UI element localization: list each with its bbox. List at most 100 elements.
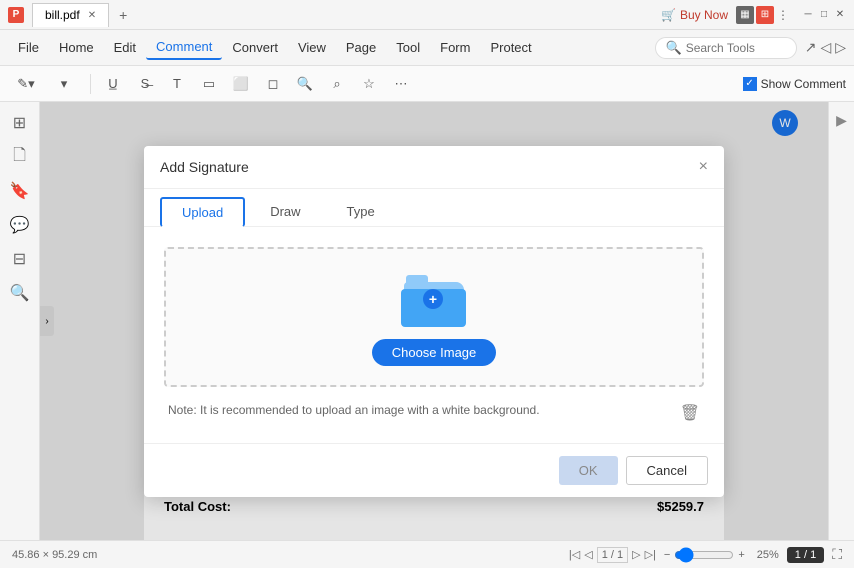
- left-icon-comment[interactable]: 💬: [7, 212, 33, 238]
- prev-page-btn[interactable]: ◁: [584, 548, 592, 561]
- note-text: Note: It is recommended to upload an ima…: [168, 403, 540, 417]
- show-comment-label: Show Comment: [761, 77, 846, 91]
- left-panel: ⊞ 🗋 🔖 💬 ⊟ 🔍: [0, 102, 40, 540]
- toolbar-rect[interactable]: ▭: [195, 71, 223, 97]
- dimensions-label: 45.86 × 95.29 cm: [12, 549, 97, 561]
- menu-tool[interactable]: Tool: [386, 36, 430, 59]
- modal-overlay: Add Signature × Upload Draw Type: [40, 102, 828, 540]
- ok-button[interactable]: OK: [559, 456, 618, 485]
- zoom-value: 25%: [749, 549, 779, 561]
- main-layout: ⊞ 🗋 🔖 💬 ⊟ 🔍 Wine Breather Carafe $59.95 …: [0, 102, 854, 540]
- modal-header: Add Signature ×: [144, 146, 724, 189]
- buy-now-link[interactable]: Buy Now: [680, 8, 728, 22]
- shape1-icon: ⬜: [233, 76, 249, 92]
- search-icon: 🔍: [666, 40, 682, 56]
- star-icon: ☆: [363, 76, 375, 92]
- toolbar: ✎▾ ▾ U̲ S̶ T ▭ ⬜ ◻ 🔍 ⌕ ☆ ⋯ ✓ Show Commen…: [0, 66, 854, 102]
- toolbar-search[interactable]: 🔍: [291, 71, 319, 97]
- toolbar-more[interactable]: ⋯: [387, 71, 415, 97]
- new-tab-btn[interactable]: +: [111, 3, 135, 27]
- menu-protect[interactable]: Protect: [480, 36, 541, 59]
- back-icon[interactable]: ◁: [820, 39, 831, 56]
- right-icon-1[interactable]: ▶: [832, 110, 852, 130]
- toolbar-star[interactable]: ☆: [355, 71, 383, 97]
- show-comment-area: ✓ Show Comment: [743, 77, 846, 91]
- external-icons: ↗ ◁ ▷: [805, 39, 846, 56]
- cancel-button[interactable]: Cancel: [626, 456, 708, 485]
- zoom-in-btn[interactable]: +: [738, 549, 744, 561]
- close-btn[interactable]: ✕: [834, 9, 846, 21]
- add-circle-icon: +: [423, 289, 443, 309]
- tab-bill-pdf[interactable]: bill.pdf ✕: [32, 3, 109, 27]
- page-indicator: 1 / 1: [787, 547, 824, 563]
- content-area: Wine Breather Carafe $59.95 KIVA DINING …: [40, 102, 828, 540]
- tab-bar: bill.pdf ✕ +: [32, 3, 135, 27]
- tab-draw[interactable]: Draw: [249, 197, 321, 226]
- pencil-icon: ✎▾: [17, 76, 34, 92]
- first-page-btn[interactable]: |◁: [569, 548, 580, 561]
- zoom-out-btn[interactable]: −: [664, 549, 670, 561]
- menu-dots[interactable]: ⋮: [776, 8, 790, 22]
- toolbar-group-1: ✎▾ ▾: [8, 71, 82, 97]
- folder-icon: +: [399, 267, 469, 327]
- fullscreen-btn[interactable]: ⛶: [832, 546, 842, 563]
- zoom-control: − + 25%: [664, 547, 779, 563]
- underline-icon: U̲: [108, 76, 117, 91]
- left-icon-bookmark[interactable]: 🔖: [7, 178, 33, 204]
- toolbar-dropdown-2[interactable]: ▾: [46, 71, 82, 97]
- titlebar: P bill.pdf ✕ + 🛒 Buy Now ▦ ⊞ ⋮ ─ □ ✕: [0, 0, 854, 30]
- right-panel: ▶: [828, 102, 854, 540]
- external-link-icon[interactable]: ↗: [805, 39, 817, 56]
- modal-title: Add Signature: [160, 159, 249, 175]
- next-page-btn[interactable]: ▷: [632, 548, 640, 561]
- toolbar-text[interactable]: T: [163, 71, 191, 97]
- statusbar: 45.86 × 95.29 cm |◁ ◁ 1 / 1 ▷ ▷| − + 25%…: [0, 540, 854, 568]
- delete-icon[interactable]: 🗑: [680, 403, 700, 423]
- toolbar-shape1[interactable]: ⬜: [227, 71, 255, 97]
- menu-view[interactable]: View: [288, 36, 336, 59]
- left-icon-grid[interactable]: ⊞: [7, 110, 33, 136]
- separator-1: [90, 74, 91, 94]
- add-signature-modal: Add Signature × Upload Draw Type: [144, 146, 724, 497]
- more-icon: ⋯: [395, 76, 408, 92]
- menu-comment[interactable]: Comment: [146, 35, 222, 60]
- tab-close-btn[interactable]: ✕: [88, 10, 96, 21]
- maximize-btn[interactable]: □: [818, 9, 830, 21]
- search-box[interactable]: 🔍: [655, 37, 797, 59]
- menu-convert[interactable]: Convert: [222, 36, 288, 59]
- show-comment-checkbox[interactable]: ✓: [743, 77, 757, 91]
- last-page-btn[interactable]: ▷|: [645, 548, 656, 561]
- menu-form[interactable]: Form: [430, 36, 480, 59]
- toolbar-shape2[interactable]: ◻: [259, 71, 287, 97]
- toolbar-underline[interactable]: U̲: [99, 71, 127, 97]
- shape2-icon: ◻: [268, 76, 279, 92]
- page-input[interactable]: 1 / 1: [597, 547, 628, 563]
- menu-home[interactable]: Home: [49, 36, 104, 59]
- upload-inner: + Choose Image: [372, 267, 497, 366]
- forward-icon[interactable]: ▷: [835, 39, 846, 56]
- tab-upload[interactable]: Upload: [160, 197, 245, 227]
- modal-footer: OK Cancel: [144, 443, 724, 497]
- menu-edit[interactable]: Edit: [104, 36, 146, 59]
- page-nav: |◁ ◁ 1 / 1 ▷ ▷|: [569, 547, 656, 563]
- minimize-btn[interactable]: ─: [802, 9, 814, 21]
- menu-file[interactable]: File: [8, 36, 49, 59]
- toolbar-search2[interactable]: ⌕: [323, 71, 351, 97]
- statusbar-right: |◁ ◁ 1 / 1 ▷ ▷| − + 25% 1 / 1 ⛶: [569, 546, 842, 563]
- left-icon-pages[interactable]: 🗋: [7, 144, 33, 170]
- zoom-slider[interactable]: [674, 547, 734, 563]
- toolbar-dropdown-1[interactable]: ✎▾: [8, 71, 44, 97]
- left-icon-layers[interactable]: ⊟: [7, 246, 33, 272]
- highlight-icon: ▾: [61, 76, 68, 92]
- modal-body: + Choose Image Note: It is recommended t…: [144, 227, 724, 443]
- search-input[interactable]: [686, 41, 786, 55]
- modal-close-btn[interactable]: ×: [699, 158, 708, 176]
- app-icon: P: [8, 7, 24, 23]
- tab-type[interactable]: Type: [326, 197, 396, 226]
- toolbar-strikethrough[interactable]: S̶: [131, 71, 159, 97]
- left-icon-search[interactable]: 🔍: [7, 280, 33, 306]
- choose-image-btn[interactable]: Choose Image: [372, 339, 497, 366]
- note-area: Note: It is recommended to upload an ima…: [164, 403, 704, 423]
- menu-page[interactable]: Page: [336, 36, 386, 59]
- upload-area[interactable]: + Choose Image: [164, 247, 704, 387]
